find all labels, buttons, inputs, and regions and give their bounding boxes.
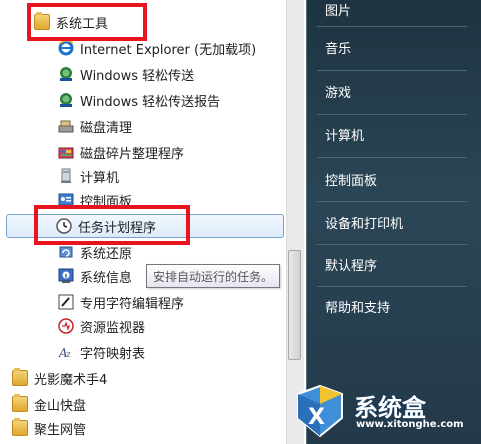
- divider: [317, 114, 467, 115]
- link-pictures[interactable]: 图片: [325, 0, 351, 19]
- folder-icon: [12, 418, 28, 436]
- link-help-support[interactable]: 帮助和支持: [325, 297, 390, 316]
- link-devices-printers[interactable]: 设备和打印机: [325, 213, 403, 232]
- system-restore-icon: [58, 244, 74, 260]
- annotation-box-task-scheduler: [34, 205, 190, 245]
- folder-kuaipan[interactable]: 金山快盘: [12, 392, 86, 416]
- defragmenter-icon: [58, 144, 74, 160]
- menu-item-resource-monitor[interactable]: 资源监视器: [58, 314, 145, 338]
- menu-item-defragmenter[interactable]: 磁盘碎片整理程序: [58, 140, 184, 164]
- character-editor-icon: [58, 294, 74, 310]
- watermark-logo-icon: X: [290, 384, 352, 444]
- menu-item-computer[interactable]: 计算机: [58, 164, 119, 188]
- internet-explorer-icon: [58, 40, 74, 56]
- resource-monitor-icon: [58, 318, 74, 334]
- folder-jusheng[interactable]: 聚生网管: [12, 416, 86, 440]
- divider: [317, 70, 467, 71]
- watermark-url: www.xitonghe.com: [356, 419, 464, 430]
- character-map-icon: Az: [58, 344, 74, 360]
- easy-transfer-report-icon: [58, 92, 74, 108]
- folder-icon: [12, 368, 28, 386]
- watermark-name: 系统盒: [354, 394, 426, 422]
- folder-nikon-magic[interactable]: 光影魔术手4: [12, 366, 107, 390]
- scrollbar-thumb[interactable]: [288, 250, 301, 360]
- menu-item-easy-transfer-report[interactable]: Windows 轻松传送报告: [58, 88, 220, 112]
- menu-item-easy-transfer[interactable]: Windows 轻松传送: [58, 62, 194, 86]
- link-music[interactable]: 音乐: [325, 38, 351, 57]
- menu-item-disk-cleanup[interactable]: 磁盘清理: [58, 114, 132, 138]
- divider: [317, 286, 467, 287]
- link-default-programs[interactable]: 默认程序: [325, 255, 377, 274]
- scrollbar-track[interactable]: [286, 0, 304, 444]
- tooltip: 安排自动运行的任务。: [146, 264, 281, 288]
- folder-icon: [12, 394, 28, 412]
- menu-item-system-info[interactable]: 系统信息: [58, 264, 132, 288]
- link-games[interactable]: 游戏: [325, 82, 351, 101]
- link-control-panel[interactable]: 控制面板: [325, 170, 377, 189]
- divider: [317, 244, 467, 245]
- divider: [317, 26, 467, 27]
- system-info-icon: [58, 268, 74, 284]
- right-pane: 图片 音乐 游戏 计算机 控制面板 设备和打印机 默认程序 帮助和支持: [306, 0, 481, 444]
- disk-cleanup-icon: [58, 118, 74, 134]
- svg-text:z: z: [66, 350, 71, 360]
- programs-list: 系统工具 Internet Explorer (无加载项) Windows 轻松…: [0, 0, 306, 444]
- annotation-box-system-tools: [27, 3, 147, 41]
- divider: [317, 157, 467, 158]
- menu-item-character-map[interactable]: Az 字符映射表: [58, 340, 145, 364]
- link-computer[interactable]: 计算机: [325, 125, 364, 144]
- divider: [317, 201, 467, 202]
- computer-icon: [58, 168, 74, 184]
- svg-text:X: X: [308, 405, 325, 430]
- menu-item-private-character-editor[interactable]: 专用字符编辑程序: [58, 290, 184, 314]
- easy-transfer-icon: [58, 66, 74, 82]
